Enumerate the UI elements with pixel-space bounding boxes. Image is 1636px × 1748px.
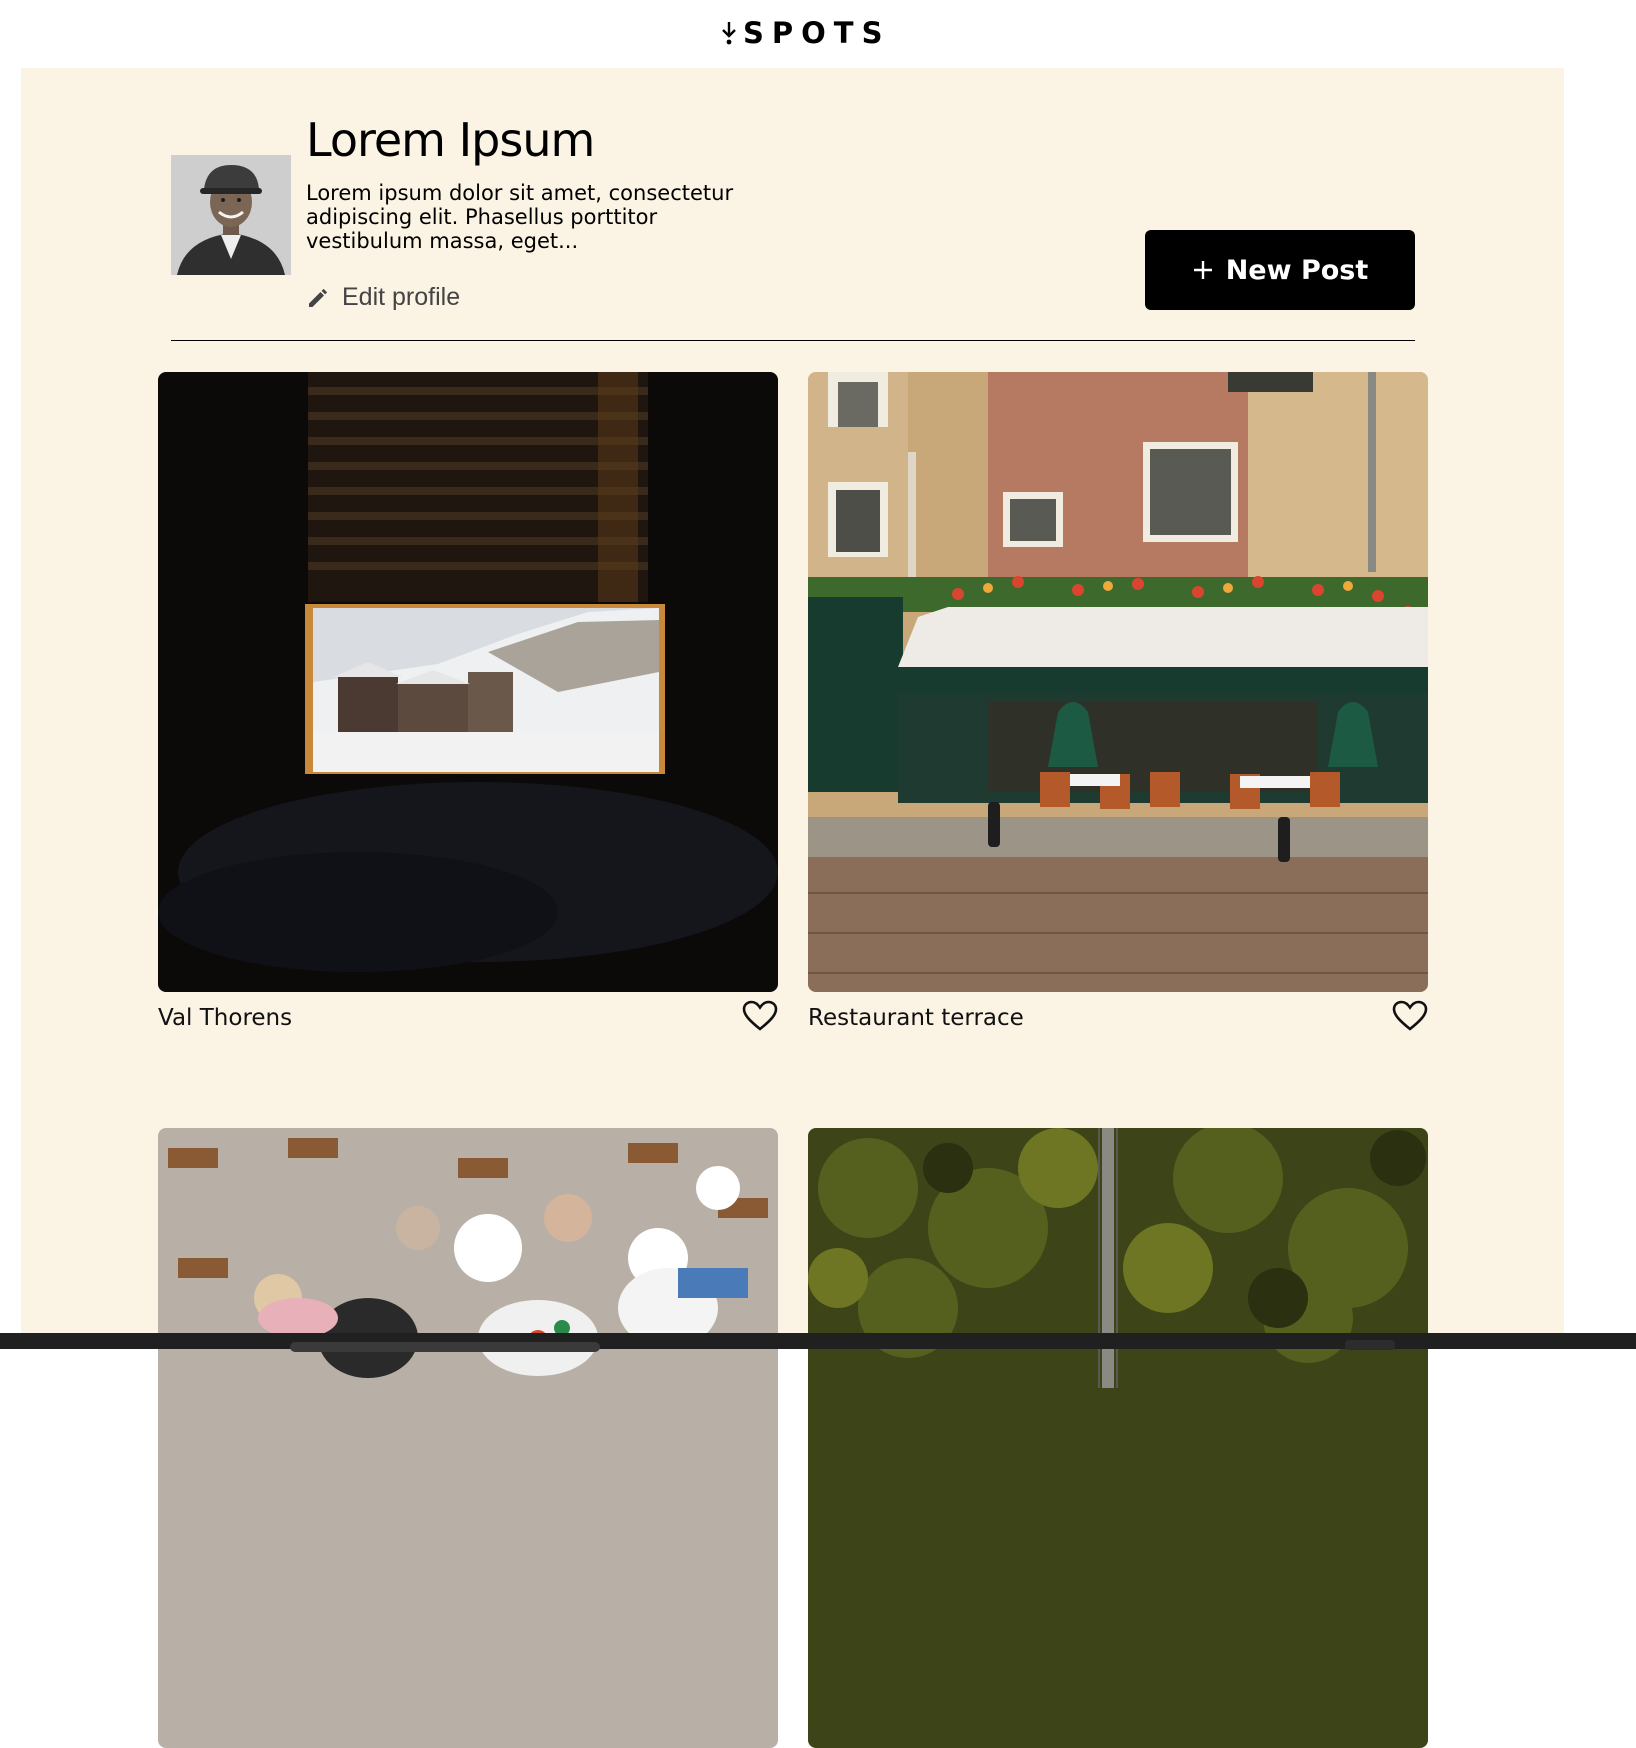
new-post-button[interactable]: New Post [1145,230,1415,310]
pencil-icon [309,288,328,307]
card-image-restaurant-terrace[interactable] [808,372,1428,992]
taskbar-item[interactable] [290,1342,600,1352]
card-image-cafe-crowd[interactable] [158,1128,778,1748]
avatar [171,155,291,275]
card-image-forest-bridge[interactable] [808,1128,1428,1748]
spots-logo[interactable]: SPOTS [721,16,891,50]
card-title: Val Thorens [158,1005,293,1031]
card-image-val-thorens[interactable] [158,372,778,992]
logo-text: SPOTS [743,16,891,50]
edit-profile-button[interactable]: Edit profile [306,283,460,312]
header: SPOTS [0,0,1636,68]
arrow-down-logo-icon [722,22,736,45]
heart-outline-icon [742,1000,778,1031]
profile-description: Lorem ipsum dolor sit amet, consectetur … [306,181,734,253]
new-post-label: New Post [1225,254,1369,286]
heart-outline-icon [1392,1000,1428,1031]
profile-divider [171,340,1415,341]
edit-profile-label: Edit profile [342,283,461,311]
like-button[interactable] [742,1000,778,1036]
main-content: Lorem Ipsum Lorem ipsum dolor sit amet, … [21,68,1564,1748]
plus-icon [1193,261,1212,279]
card-title: Restaurant terrace [808,1005,1024,1031]
like-button[interactable] [1392,1000,1428,1036]
profile-name: Lorem Ipsum [306,113,595,167]
